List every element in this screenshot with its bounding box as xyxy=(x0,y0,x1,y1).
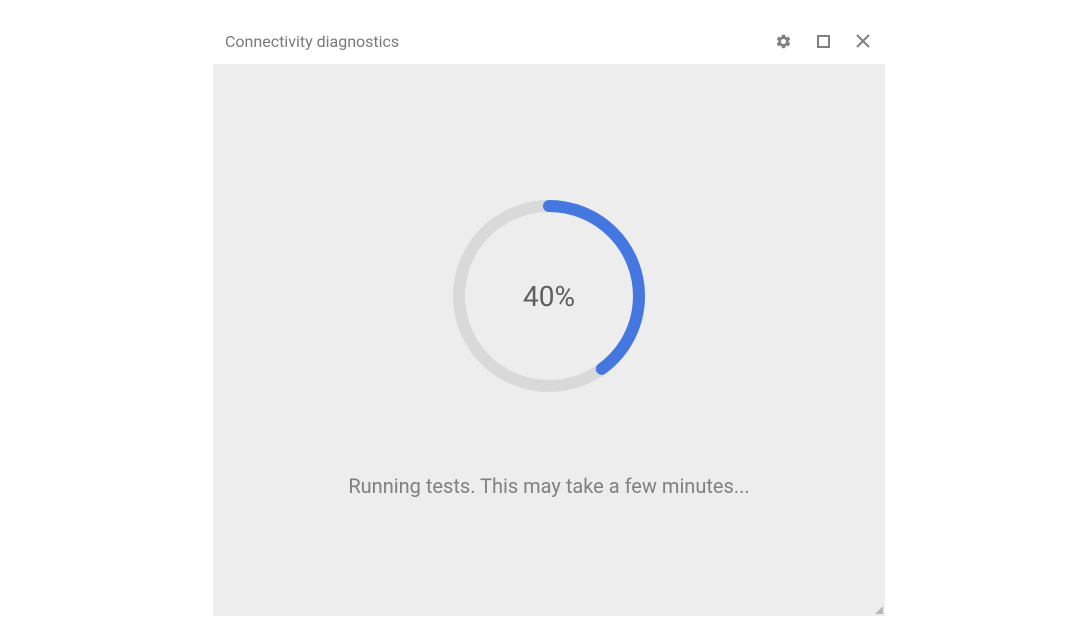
close-icon xyxy=(856,34,870,48)
settings-button[interactable] xyxy=(773,31,793,51)
app-window: Connectivity diagnostics xyxy=(213,18,885,616)
progress-percent-label: 40% xyxy=(449,196,649,396)
content-area: 40% Running tests. This may take a few m… xyxy=(213,64,885,616)
gear-icon xyxy=(775,33,792,50)
close-button[interactable] xyxy=(853,31,873,51)
progress-ring: 40% xyxy=(449,196,649,396)
window-controls xyxy=(773,31,873,51)
maximize-icon xyxy=(817,35,830,48)
status-message: Running tests. This may take a few minut… xyxy=(348,474,749,498)
maximize-button[interactable] xyxy=(813,31,833,51)
resize-handle[interactable] xyxy=(875,606,883,614)
window-title: Connectivity diagnostics xyxy=(225,32,399,51)
titlebar: Connectivity diagnostics xyxy=(213,18,885,64)
